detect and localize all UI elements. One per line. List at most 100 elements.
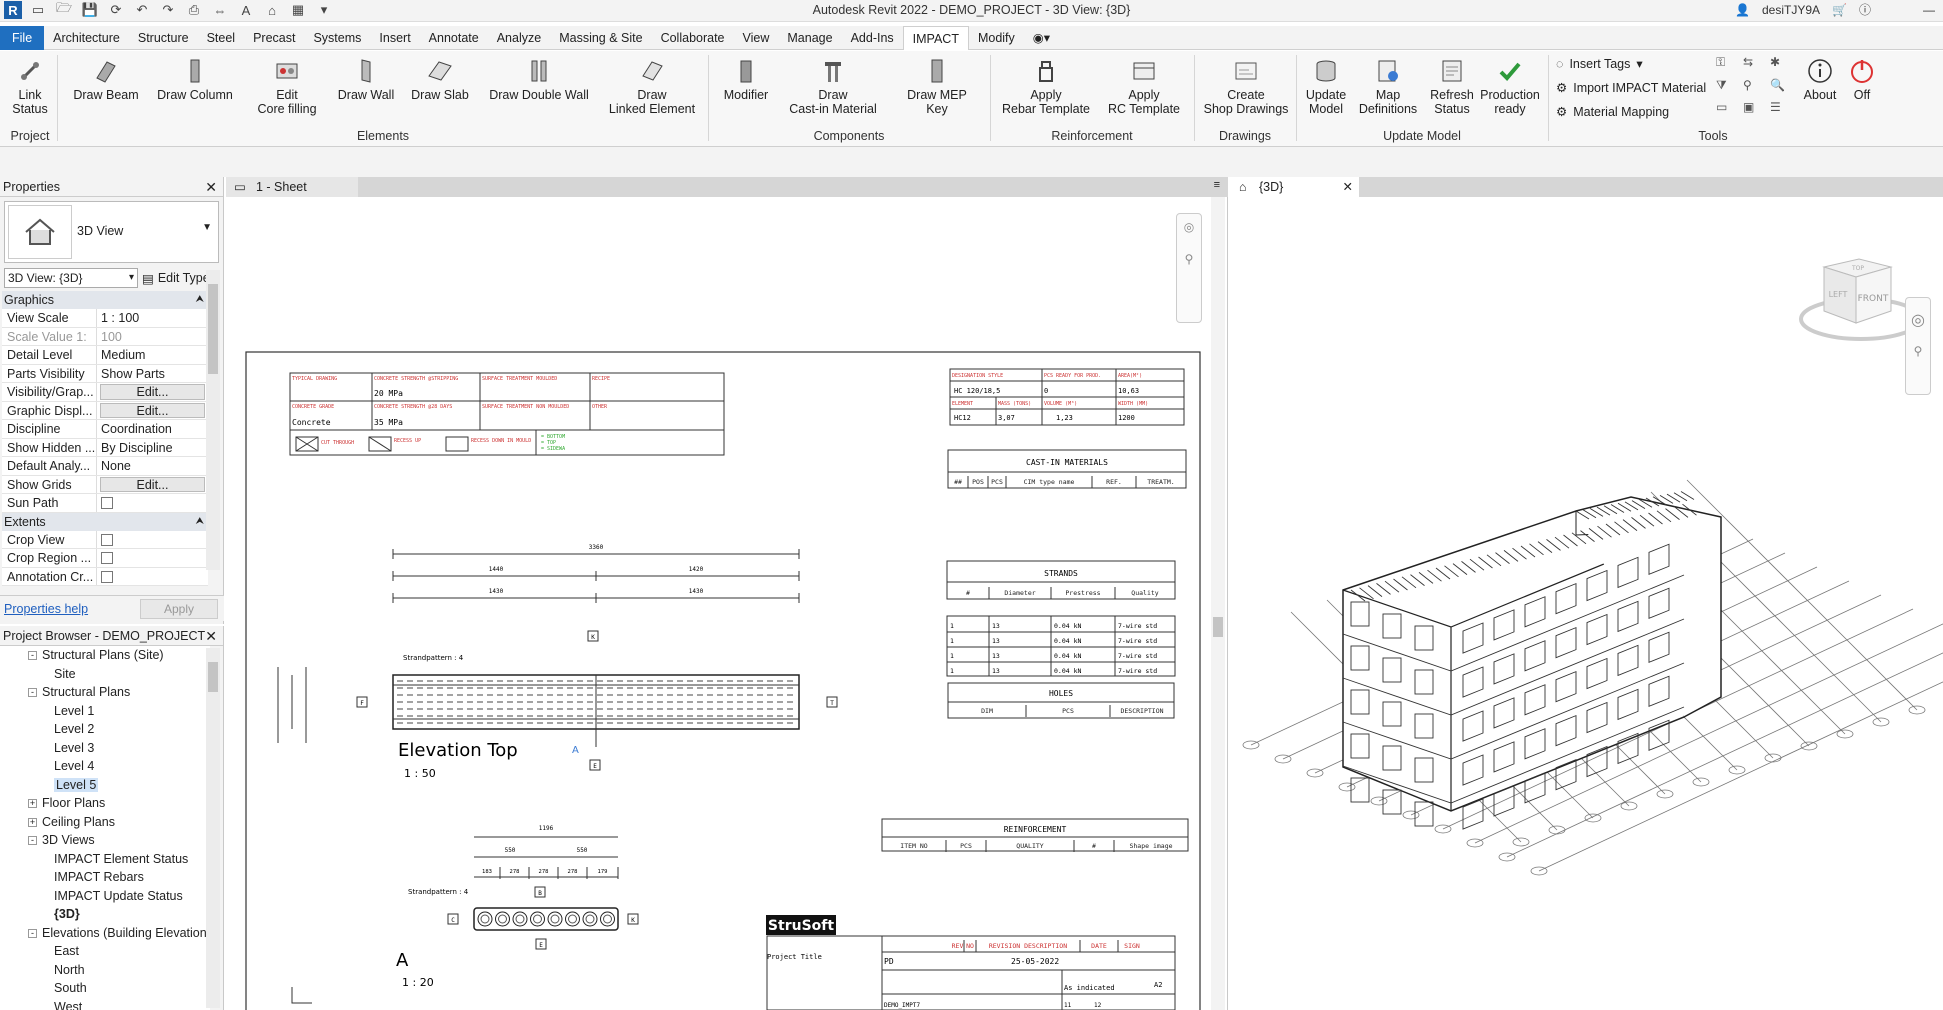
list-icon[interactable]: ☰ [1770,100,1794,119]
off-button[interactable]: Off [1844,57,1880,102]
browser-node[interactable]: IMPACT Element Status [0,850,210,869]
production-ready-button[interactable]: Production ready [1478,57,1542,116]
property-row[interactable]: Show Grids Edit... [2,475,208,494]
property-row[interactable]: Discipline Coordination [2,420,208,439]
navigation-bar[interactable]: ◎ ⚲ [1176,213,1202,323]
browser-node[interactable]: IMPACT Rebars [0,868,210,887]
filter-icon[interactable]: ⧩ [1716,78,1740,98]
browser-node[interactable]: Level 1 [0,702,210,721]
property-row[interactable]: Crop Region ... [2,549,208,568]
map-definitions-button[interactable]: Map Definitions [1356,57,1420,116]
view-instance-selector[interactable]: 3D View: {3D} [4,268,138,288]
draw-slab-button[interactable]: Draw Slab [410,57,470,102]
tab-add-ins[interactable]: Add-Ins [842,26,903,50]
checkbox[interactable] [101,552,113,564]
browser-node[interactable]: North [0,961,210,980]
draw-double-wall-button[interactable]: Draw Double Wall [487,57,591,102]
tab-precast[interactable]: Precast [244,26,304,50]
navigation-bar-3d[interactable]: ◎ ⚲ [1905,297,1931,395]
zoom-icon[interactable]: ⚲ [1906,344,1930,358]
user-name[interactable]: desiTJY9A [1762,3,1820,17]
draw-linked-element-button[interactable]: Draw Linked Element [606,57,698,116]
tab-view[interactable]: View [734,26,779,50]
browser-node[interactable]: Level 5 [0,776,210,795]
collapse-icon[interactable]: - [28,928,37,938]
material-mapping-button[interactable]: ⚙ Material Mapping [1556,104,1669,120]
tab-collaborate[interactable]: Collaborate [652,26,734,50]
about-button[interactable]: About [1802,57,1838,102]
edit-core-filling-button[interactable]: Edit Core filling [252,57,322,116]
close-icon[interactable]: ✕ [205,626,217,646]
edit-button[interactable]: Edit... [100,402,205,418]
browser-node[interactable]: Level 4 [0,757,210,776]
zoom-icon[interactable]: ⚲ [1177,252,1201,266]
property-checkbox[interactable] [97,549,208,567]
collapse-icon[interactable]: ⮝ [196,291,205,309]
help-icon[interactable]: ⓘ [1859,1,1871,18]
insert-tags-button[interactable]: ◌ Insert Tags ▾ [1556,56,1643,72]
tab-menu-icon[interactable]: ≡ [1214,179,1220,191]
property-value[interactable]: By Discipline [97,439,208,457]
browser-node[interactable]: -3D Views [0,831,210,850]
tab-structure[interactable]: Structure [129,26,198,50]
update-model-button[interactable]: Update Model [1302,57,1350,116]
link-status-button[interactable]: Link Status [10,57,50,116]
property-row[interactable]: Show Hidden ... By Discipline [2,438,208,457]
zoom-icon[interactable]: 🔍 [1770,78,1794,98]
property-value[interactable]: None [97,457,208,475]
tab-impact[interactable]: IMPACT [902,25,969,50]
expand-icon[interactable]: + [28,817,37,827]
property-checkbox[interactable] [97,531,208,549]
browser-node[interactable]: Site [0,665,210,684]
browser-node[interactable]: West [0,998,210,1010]
chevron-down-icon[interactable]: ▼ [202,222,212,233]
collapse-icon[interactable]: - [28,651,37,661]
properties-scrollbar[interactable] [206,270,220,570]
property-row[interactable]: Crop View [2,530,208,549]
property-row[interactable]: Default Analy... None [2,457,208,476]
browser-node[interactable]: + Floor Plans [0,794,210,813]
property-value[interactable]: 1 : 100 [97,309,208,327]
3d-canvas[interactable]: FRONT LEFT TOP ◎ ⚲ [1231,197,1943,1010]
view-icon[interactable]: ▭ [1716,100,1740,119]
tab-file[interactable]: File [0,25,45,50]
refresh-status-button[interactable]: Refresh Status [1424,57,1480,116]
browser-node[interactable]: East [0,942,210,961]
browser-node[interactable]: Level 2 [0,720,210,739]
minimize-icon[interactable]: — [1923,3,1935,17]
draw-wall-button[interactable]: Draw Wall [335,57,397,102]
collapse-icon[interactable]: - [28,836,37,846]
pin-icon[interactable]: ⚲ [1743,78,1767,98]
lock-icon[interactable]: ⚿ [1716,55,1740,75]
collapse-icon[interactable]: - [28,688,37,698]
collapse-icon[interactable]: ⮝ [196,513,205,531]
apply-rc-template-button[interactable]: Apply RC Template [1102,57,1186,116]
settings-icon[interactable]: ✱ [1770,55,1794,75]
align-icon[interactable]: ⇆ [1743,55,1767,75]
property-row[interactable]: View Scale 1 : 100 [2,309,208,328]
property-value[interactable]: Medium [97,346,208,364]
cart-icon[interactable]: 🛒 [1832,3,1847,17]
property-row[interactable]: Visibility/Grap... Edit... [2,383,208,402]
draw-cast-in-material-button[interactable]: Draw Cast-in Material [786,57,880,116]
property-checkbox[interactable] [97,568,208,586]
property-row[interactable]: Parts Visibility Show Parts [2,364,208,383]
tab-manage[interactable]: Manage [778,26,841,50]
checkbox[interactable] [101,533,113,546]
steering-wheel-icon[interactable]: ◎ [1906,310,1930,330]
viewcube[interactable]: FRONT LEFT TOP [1799,258,1923,341]
property-value[interactable]: 100 [97,328,208,346]
sheet-canvas[interactable]: TYPICAL DRAWING CONCRETE STRENGTH @STRIP… [226,197,1228,1010]
edit-button[interactable]: Edit... [100,476,205,492]
steering-wheel-icon[interactable]: ◎ [1177,220,1201,234]
browser-scrollbar[interactable] [206,648,220,1008]
apply-button[interactable]: Apply [140,599,218,619]
edit-button[interactable]: Edit... [100,384,205,400]
property-row[interactable]: Sun Path [2,494,208,513]
draw-column-button[interactable]: Draw Column [153,57,237,102]
tab-modify[interactable]: Modify [969,26,1024,50]
tab-massing-site[interactable]: Massing & Site [550,26,651,50]
tab-insert[interactable]: Insert [370,26,419,50]
create-shop-drawings-button[interactable]: Create Shop Drawings [1204,57,1288,116]
property-value[interactable]: Show Parts [97,365,208,383]
